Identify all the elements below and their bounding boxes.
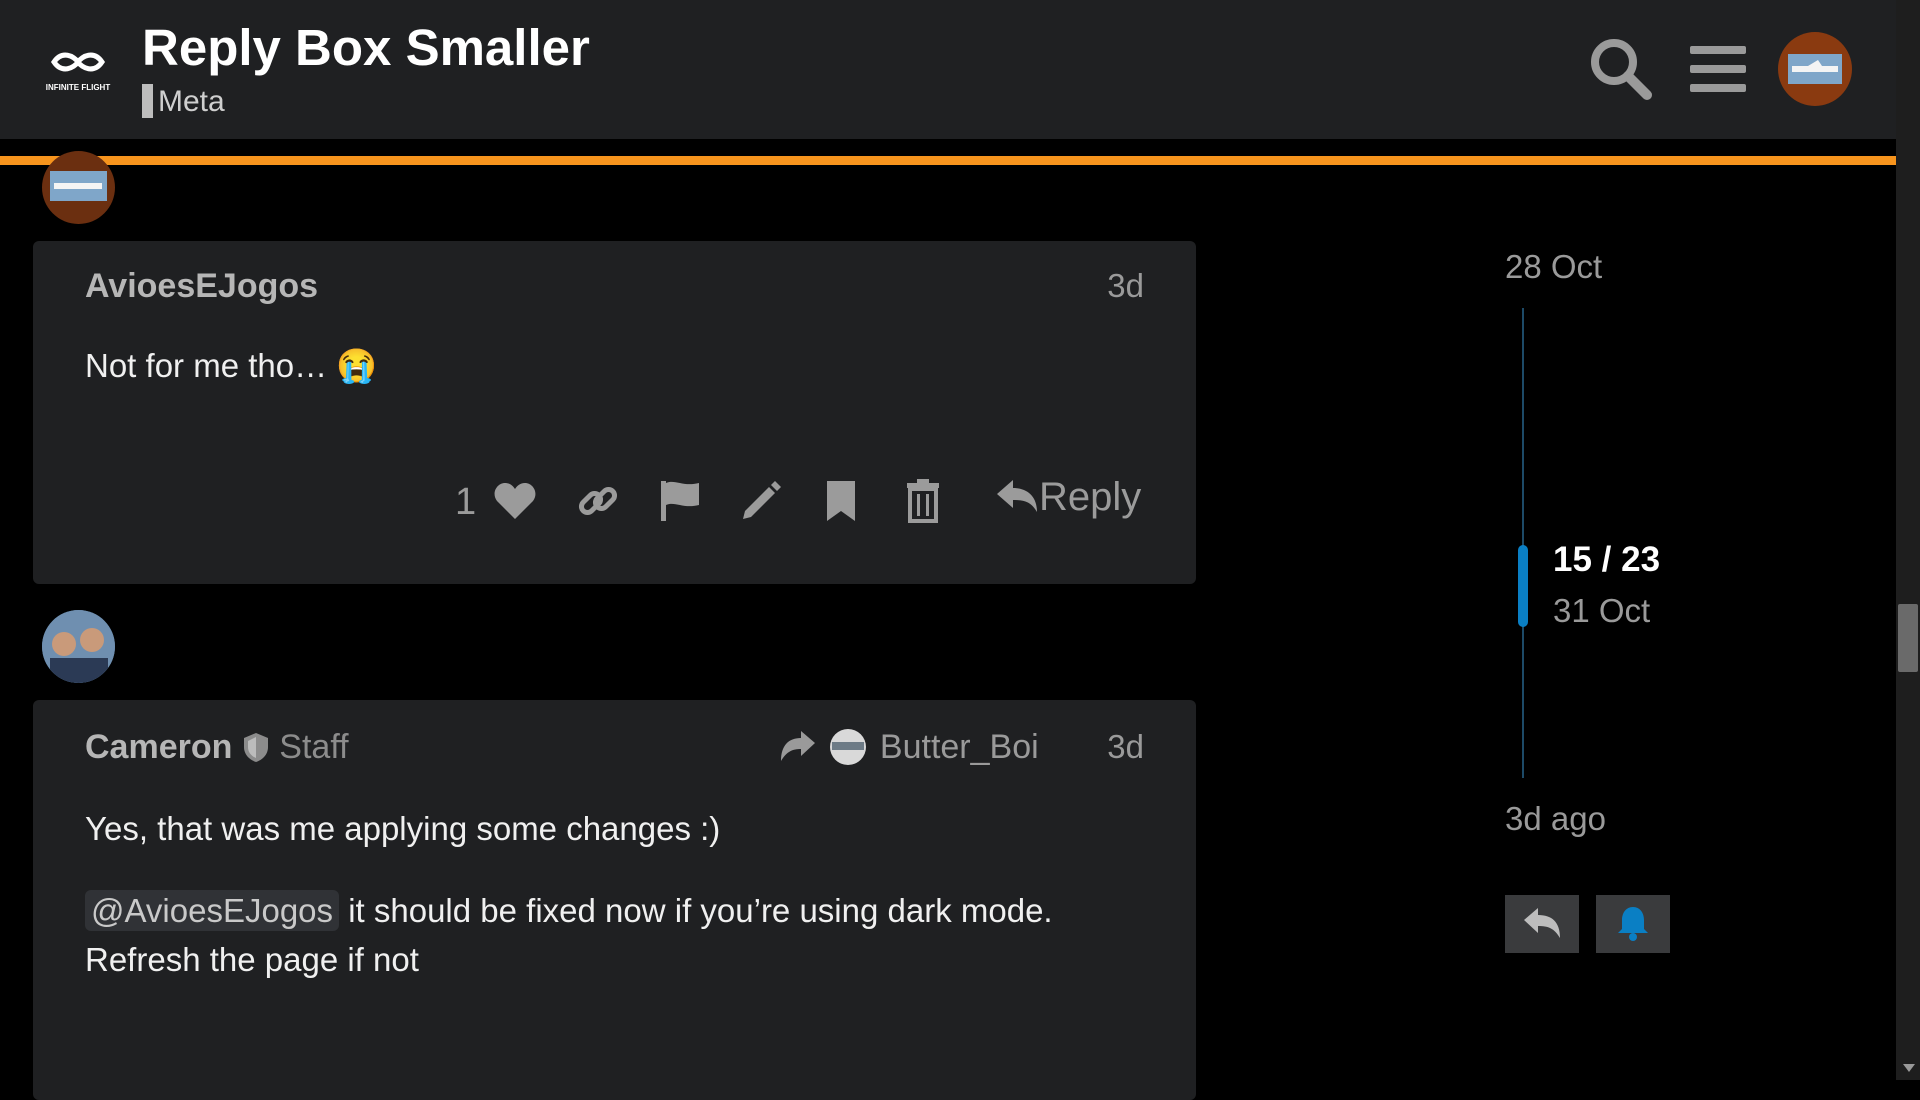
notification-level-button[interactable] — [1596, 895, 1670, 953]
timeline-post-position: 15 / 23 — [1553, 540, 1661, 579]
post-paragraph: @AvioesEJogos it should be fixed now if … — [85, 886, 1145, 984]
post-avioesejogos: AvioesEJogos 3d Not for me tho… 😭 1 Repl… — [33, 241, 1196, 584]
post-username-text: Cameron — [85, 728, 233, 766]
site-header: INFINITE FLIGHT Reply Box Smaller Meta — [0, 0, 1896, 139]
topic-title[interactable]: Reply Box Smaller — [142, 18, 590, 77]
scroll-down-arrow-icon[interactable] — [1903, 1064, 1915, 1072]
post-body: Yes, that was me applying some changes :… — [85, 804, 1145, 984]
trash-icon[interactable] — [905, 479, 941, 523]
timeline-start-date[interactable]: 28 Oct — [1505, 248, 1602, 286]
bookmark-icon[interactable] — [825, 479, 857, 523]
infinite-flight-logo[interactable]: INFINITE FLIGHT — [40, 42, 116, 94]
airplane-picture-icon — [1788, 54, 1842, 84]
post-date[interactable]: 3d — [1107, 728, 1144, 766]
bell-icon — [1618, 906, 1648, 941]
pencil-icon[interactable] — [739, 479, 783, 523]
user-mention[interactable]: @AvioesEJogos — [85, 890, 340, 931]
share-arrow-icon — [781, 731, 815, 761]
reply-to-tab[interactable]: Butter_Boi — [779, 728, 1039, 767]
search-icon[interactable] — [1588, 36, 1652, 100]
post-paragraph: Yes, that was me applying some changes :… — [85, 810, 721, 847]
avatar[interactable] — [42, 151, 115, 224]
category-color-swatch — [142, 84, 153, 118]
logo-text: INFINITE FLIGHT — [46, 83, 111, 92]
timeline-reply-button[interactable] — [1505, 895, 1579, 953]
reply-arrow-icon — [997, 480, 1037, 512]
reply-arrow-icon — [1524, 907, 1560, 938]
timeline-handle[interactable] — [1518, 545, 1528, 627]
current-user-avatar[interactable] — [1778, 32, 1852, 106]
flag-icon[interactable] — [659, 479, 701, 523]
topic-progress-bar — [0, 156, 1896, 165]
airplane-picture-icon — [50, 171, 107, 201]
category-badge[interactable]: Meta — [142, 84, 225, 119]
reply-to-username: Butter_Boi — [879, 728, 1039, 766]
page-scrollbar[interactable] — [1896, 0, 1920, 1080]
hamburger-menu-icon[interactable] — [1690, 44, 1746, 94]
user-title: Staff — [279, 728, 349, 766]
timeline-scrollarea[interactable] — [1522, 308, 1524, 778]
post-cameron: Cameron Staff Butter_Boi 3d Yes, that wa… — [33, 700, 1196, 1100]
shield-icon — [243, 733, 268, 762]
heart-icon[interactable] — [493, 481, 537, 521]
category-label: Meta — [158, 85, 225, 118]
timeline-current-date: 31 Oct — [1553, 592, 1651, 629]
scrollbar-thumb[interactable] — [1898, 604, 1918, 672]
reply-to-avatar — [830, 729, 867, 765]
avatar[interactable] — [42, 610, 115, 683]
post-username[interactable]: AvioesEJogos — [85, 267, 318, 306]
post-username[interactable]: Cameron Staff — [85, 728, 349, 767]
timeline-end-date[interactable]: 3d ago — [1505, 800, 1606, 838]
profile-photo-icon — [42, 610, 115, 683]
reply-button[interactable]: Reply — [995, 475, 1141, 520]
like-count[interactable]: 1 — [455, 481, 476, 524]
link-icon[interactable] — [576, 479, 620, 523]
post-date[interactable]: 3d — [1107, 267, 1144, 305]
post-body: Not for me tho… 😭 — [85, 347, 378, 384]
reply-label: Reply — [1039, 475, 1142, 519]
